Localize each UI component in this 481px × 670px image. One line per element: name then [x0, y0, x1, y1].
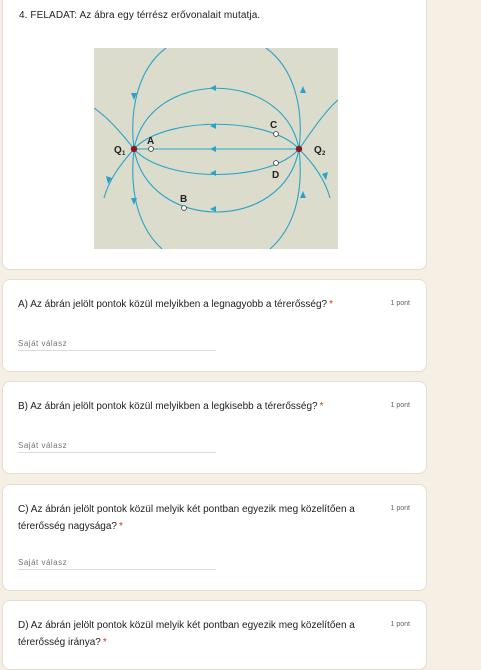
arrow-mid-top [210, 85, 216, 91]
question-card-a: A) Az ábrán jelölt pontok közül melyikbe… [2, 279, 427, 372]
arrow-outer-top-right [300, 86, 306, 93]
arrow-side-right-bottom [322, 172, 328, 180]
question-b-text: B) Az ábrán jelölt pontok közül melyikbe… [18, 398, 363, 415]
arrow-axis [210, 146, 216, 152]
question-b-points: 1 pont [390, 402, 410, 409]
point-b [181, 205, 187, 211]
arrow-mid-bottom [210, 206, 216, 212]
page-background-right [428, 0, 481, 649]
question-d-points: 1 pont [390, 621, 410, 628]
task-card: 4. FELADAT: Az ábra egy térrész erővonal… [2, 0, 427, 270]
required-marker: * [329, 299, 333, 310]
field-line-mid-top [133, 87, 300, 150]
field-lines-diagram: Q 1 Q 2 A B C D [94, 48, 338, 249]
arrow-inner-bottom [210, 170, 216, 176]
field-line-side-right-top [298, 99, 338, 150]
label-q1: Q [114, 145, 122, 156]
question-a-label: A) Az ábrán jelölt pontok közül melyikbe… [18, 299, 328, 310]
charge-q2 [295, 145, 303, 153]
task-title: 4. FELADAT: Az ábra egy térrész erővonal… [19, 10, 261, 21]
label-q2: Q [314, 145, 322, 156]
required-marker: * [102, 637, 107, 648]
label-c: C [270, 120, 277, 131]
question-c-text: C) Az ábrán jelölt pontok közül melyik k… [18, 501, 363, 535]
answer-input-a[interactable] [18, 336, 216, 351]
field-line-side-left-bottom [103, 148, 135, 199]
field-lines-figure: Q 1 Q 2 A B C D [94, 48, 338, 249]
label-d: D [272, 170, 279, 181]
question-card-b: B) Az ábrán jelölt pontok közül melyikbe… [2, 381, 427, 474]
question-card-d: D) Az ábrán jelölt pontok közül melyik k… [2, 600, 427, 670]
field-line-side-left-top [94, 107, 135, 150]
point-a [148, 146, 154, 152]
question-c-points: 1 pont [390, 505, 410, 512]
required-marker: * [118, 521, 123, 532]
answer-input-b[interactable] [18, 438, 216, 453]
label-q1-sub: 1 [122, 151, 126, 157]
question-d-label: D) Az ábrán jelölt pontok közül melyik k… [18, 620, 355, 648]
label-a: A [147, 136, 154, 147]
required-marker: * [319, 401, 324, 412]
question-b-label: B) Az ábrán jelölt pontok közül melyikbe… [18, 401, 318, 412]
charge-q1 [130, 145, 138, 153]
question-card-c: C) Az ábrán jelölt pontok közül melyik k… [2, 484, 427, 591]
question-a-points: 1 pont [390, 300, 410, 307]
label-b: B [180, 194, 187, 205]
question-a-text: A) Az ábrán jelölt pontok közül melyikbe… [18, 296, 363, 313]
question-c-label: C) Az ábrán jelölt pontok közül melyik k… [18, 504, 355, 532]
point-c [273, 131, 279, 137]
question-d-text: D) Az ábrán jelölt pontok közül melyik k… [18, 617, 363, 651]
field-line-outer-top-left [132, 48, 167, 150]
point-d [273, 160, 279, 166]
label-q2-sub: 2 [322, 151, 326, 157]
arrow-outer-bottom-right [300, 191, 306, 198]
answer-input-c[interactable] [18, 555, 216, 570]
